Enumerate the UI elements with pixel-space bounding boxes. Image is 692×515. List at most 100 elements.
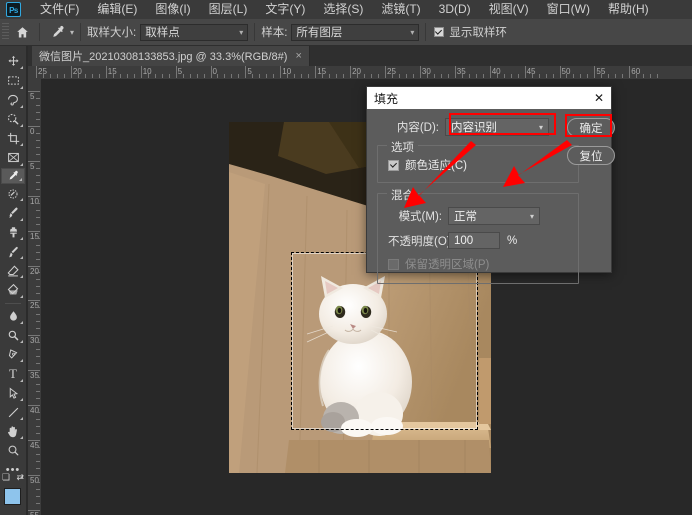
ruler-subtick [77,74,79,78]
hand-tool[interactable] [1,422,25,441]
ruler-subtick [36,398,40,400]
tool-preset-chevron-down-icon[interactable]: ▾ [70,28,74,37]
ruler-tick [350,66,352,78]
reset-button[interactable]: 复位 [567,146,615,165]
history-brush-tool[interactable] [1,242,25,261]
line-shape-tool[interactable] [1,403,25,422]
menu-image[interactable]: 图像(I) [146,0,199,19]
menu-3d[interactable]: 3D(D) [430,0,480,19]
menu-filter[interactable]: 滤镜(T) [372,0,429,19]
foreground-color-swatch[interactable] [4,487,21,505]
ruler-subtick [371,74,373,78]
ruler-subtick [357,74,359,78]
ruler-subtick [36,181,40,183]
ruler-tick [280,66,282,78]
blending-group-label: 混合 [387,187,418,203]
close-icon[interactable]: ✕ [594,92,604,104]
ruler-subtick [98,74,100,78]
home-icon[interactable] [11,21,33,43]
ruler-subtick [36,97,40,99]
ruler-subtick [91,74,93,78]
swap-colors-icon[interactable]: ⇄ [16,472,24,483]
brush-tool[interactable] [1,203,25,222]
ruler-subtick [36,363,40,365]
frame-tool[interactable] [1,148,25,167]
menu-help[interactable]: 帮助(H) [599,0,658,19]
divider [425,23,427,41]
spot-healing-brush-tool[interactable] [1,184,25,203]
content-select[interactable]: 内容识别 ▾ [445,118,549,136]
ruler-subtick [224,74,226,78]
ruler-subtick [36,314,40,316]
move-tool[interactable] [1,52,25,71]
ruler-subtick [608,74,610,78]
close-icon[interactable]: × [295,50,301,62]
eraser-tool[interactable] [1,261,25,280]
eyedropper-icon[interactable] [46,21,68,43]
color-adaptation-label: 颜色适应(C) [405,160,467,172]
ruler-tick [28,370,40,372]
menu-file[interactable]: 文件(F) [31,0,88,19]
ruler-subtick [496,74,498,78]
sample-size-select[interactable]: 取样点 ▾ [140,23,249,41]
ruler-tick [28,405,40,407]
color-swatches[interactable]: ❏ ⇄ [0,472,30,515]
menu-window[interactable]: 窗口(W) [538,0,599,19]
menu-edit[interactable]: 编辑(E) [88,0,146,19]
ruler-subtick [322,74,324,78]
dodge-tool[interactable] [1,326,25,345]
ruler-subtick [36,391,40,393]
lasso-tool[interactable] [1,91,25,110]
default-colors-icon[interactable]: ❏ [2,472,10,483]
ok-button[interactable]: 确定 [567,118,615,137]
ruler-tick [105,66,107,78]
ruler-subtick [482,74,484,78]
ruler-tick [245,66,247,78]
document-tab[interactable]: 微信图片_20210308133853.jpg @ 33.3%(RGB/8#) … [32,46,310,66]
ruler-tick [489,66,491,78]
fill-dialog-title: 填充 [374,91,399,106]
ruler-subtick [36,377,40,379]
opacity-input[interactable]: 100 [448,232,500,249]
menu-select[interactable]: 选择(S) [314,0,372,19]
sample-select[interactable]: 所有图层 ▾ [291,23,420,41]
ruler-tick-label: 0 [212,67,217,76]
mode-select[interactable]: 正常 ▾ [448,207,540,225]
horizontal-type-tool[interactable]: T [1,364,25,383]
menu-view[interactable]: 视图(V) [480,0,538,19]
gradient-tool[interactable] [1,280,25,299]
menu-layer[interactable]: 图层(L) [200,0,257,19]
eyedropper-tool[interactable] [1,167,25,185]
options-bar-grip[interactable] [2,23,9,41]
ruler-subtick [461,74,463,78]
blur-tool[interactable] [1,307,25,326]
menu-type[interactable]: 文字(Y) [256,0,314,19]
show-sampling-ring-checkbox[interactable]: 显示取样环 [434,24,511,40]
quick-selection-tool[interactable] [1,110,25,129]
ruler-tick [210,66,212,78]
zoom-tool[interactable] [1,441,25,460]
ruler-subtick [343,74,345,78]
ruler-subtick [196,74,198,78]
ruler-tick [419,66,421,78]
ruler-subtick [447,74,449,78]
sample-size-label: 取样大小: [87,27,137,39]
ruler-subtick [622,74,624,78]
ruler-subtick [391,74,393,78]
sample-label: 样本: [261,27,288,39]
pen-tool[interactable] [1,345,25,364]
ruler-subtick [475,74,477,78]
path-selection-tool[interactable] [1,384,25,403]
ruler-subtick [287,74,289,78]
percent-symbol: % [507,234,518,247]
rectangular-marquee-tool[interactable] [1,71,25,90]
color-adaptation-checkbox[interactable]: 颜色适应(C) [388,157,568,173]
crop-tool[interactable] [1,129,25,148]
fill-dialog[interactable]: 填充 ✕ 内容(D): 内容识别 ▾ 选项 颜色适应(C) 混合 模式(M): … [366,86,615,284]
ruler-subtick [217,74,219,78]
ruler-subtick [63,74,65,78]
ruler-subtick [36,104,40,106]
fill-dialog-title-bar[interactable]: 填充 ✕ [367,87,611,109]
clone-stamp-tool[interactable] [1,223,25,242]
ruler-subtick [161,74,163,78]
